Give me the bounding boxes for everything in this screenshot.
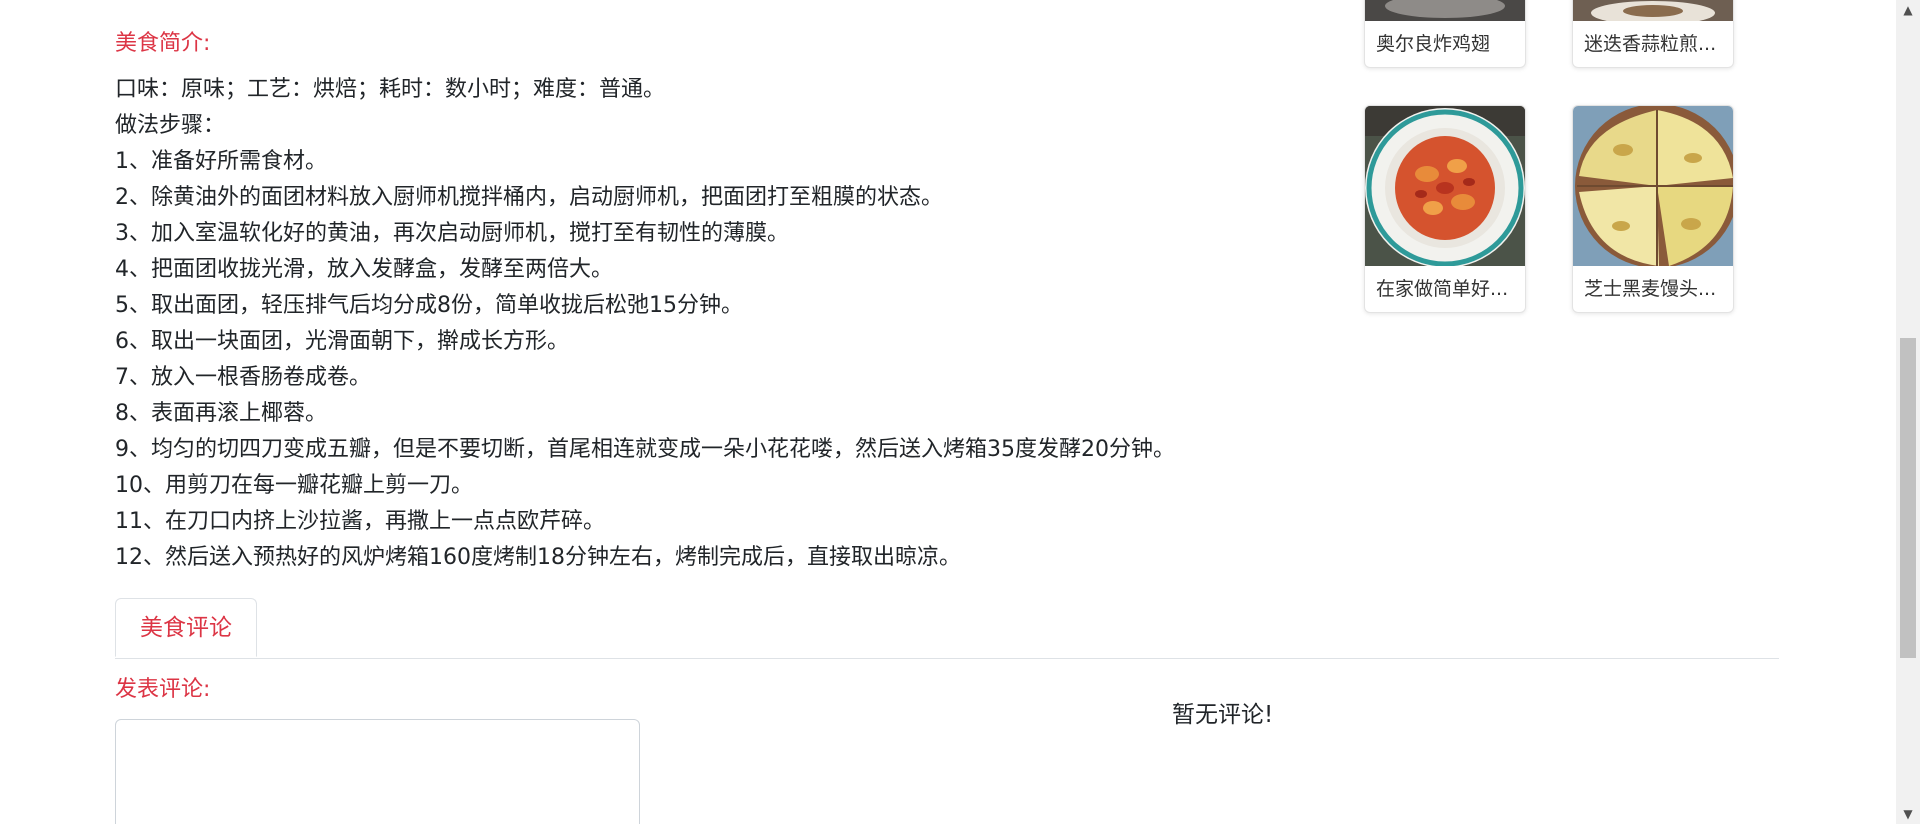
comment-tabs: 美食评论: [115, 598, 1779, 659]
scroll-down-arrow-icon[interactable]: ▼: [1896, 804, 1920, 824]
step-line: 5、取出面团，轻压排气后均分成8份，简单收拢后松弛15分钟。: [115, 293, 743, 318]
recipe-detail-page: 美食简介: 口味：原味；工艺：烘焙；耗时：数小时；难度：普通。 做法步骤： 1、…: [0, 0, 1920, 824]
tab-comments[interactable]: 美食评论: [115, 598, 257, 657]
recipe-title: 奥尔良炸鸡翅: [1376, 33, 1491, 55]
related-recipe-card[interactable]: 奥尔良炸鸡翅: [1364, 0, 1526, 68]
recipe-steps: 口味：原味；工艺：烘焙；耗时：数小时；难度：普通。 做法步骤： 1、准备好所需食…: [115, 72, 1335, 576]
comment-textarea[interactable]: [115, 719, 640, 824]
related-recipe-card[interactable]: 芝士黑麦馒头...: [1572, 105, 1734, 313]
related-recipe-card[interactable]: 在家做简单好...: [1364, 105, 1526, 313]
scrollbar-thumb[interactable]: [1900, 338, 1916, 658]
step-line: 4、把面团收拢光滑，放入发酵盒，发酵至两倍大。: [115, 257, 613, 282]
step-line: 7、放入一根香肠卷成卷。: [115, 365, 371, 390]
scroll-up-arrow-icon[interactable]: ▲: [1896, 0, 1920, 20]
recipe-title: 在家做简单好...: [1376, 278, 1509, 300]
related-recipe-card[interactable]: 迷迭香蒜粒煎...: [1572, 0, 1734, 68]
post-comment-title: 发表评论:: [115, 677, 211, 702]
step-line: 10、用剪刀在每一瓣花瓣上剪一刀。: [115, 473, 473, 498]
step-line: 9、均匀的切四刀变成五瓣，但是不要切断，首尾相连就变成一朵小花花喽，然后送入烤箱…: [115, 437, 1175, 462]
recipe-thumbnail: [1573, 0, 1733, 21]
recipe-title: 芝士黑麦馒头...: [1584, 278, 1717, 300]
recipe-title: 迷迭香蒜粒煎...: [1584, 33, 1717, 55]
step-line: 11、在刀口内挤上沙拉酱，再撒上一点点欧芹碎。: [115, 509, 605, 534]
step-line: 1、准备好所需食材。: [115, 149, 327, 174]
intro-title: 美食简介:: [115, 31, 211, 56]
step-line: 3、加入室温软化好的黄油，再次启动厨师机，搅打至有韧性的薄膜。: [115, 221, 789, 246]
step-line: 8、表面再滚上椰蓉。: [115, 401, 327, 426]
recipe-thumbnail: [1365, 106, 1525, 266]
page-scrollbar[interactable]: ▲ ▼: [1896, 0, 1920, 824]
step-line: 2、除黄油外的面团材料放入厨师机搅拌桶内，启动厨师机，把面团打至粗膜的状态。: [115, 185, 943, 210]
no-comments-message: 暂无评论!: [1172, 702, 1274, 728]
step-line: 12、然后送入预热好的风炉烤箱160度烤制18分钟左右，烤制完成后，直接取出晾凉…: [115, 545, 961, 570]
recipe-thumbnail: [1365, 0, 1525, 21]
recipe-thumbnail: [1573, 106, 1733, 266]
steps-heading: 做法步骤：: [115, 113, 226, 138]
recipe-summary: 口味：原味；工艺：烘焙；耗时：数小时；难度：普通。: [115, 77, 666, 102]
step-line: 6、取出一块面团，光滑面朝下，擀成长方形。: [115, 329, 569, 354]
